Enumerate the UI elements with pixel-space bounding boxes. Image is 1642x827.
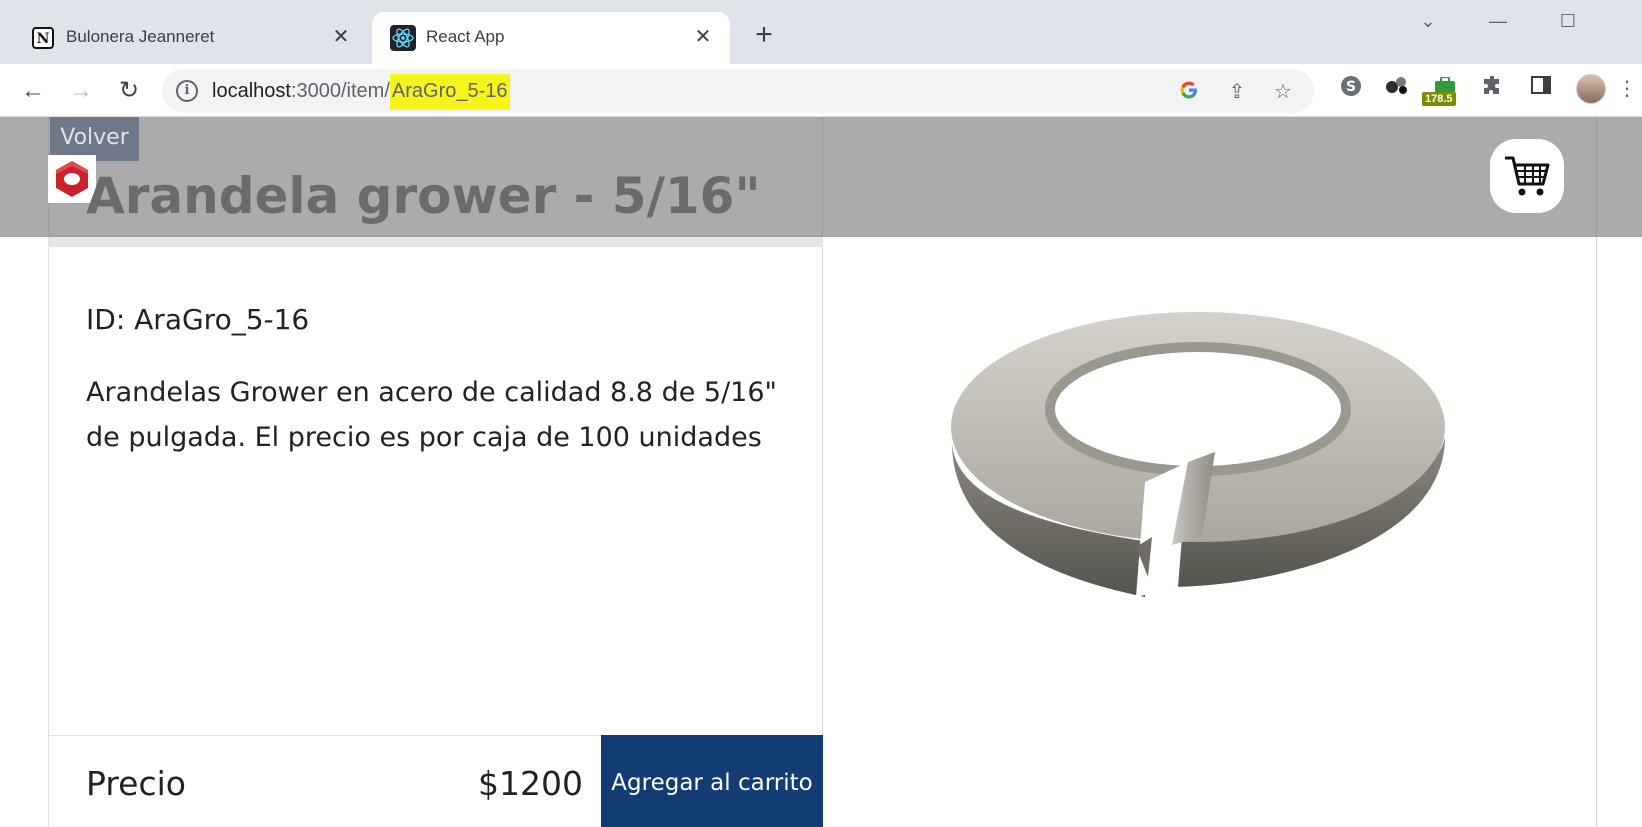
- bookmark-star-icon[interactable]: ☆: [1270, 79, 1296, 105]
- tab-bulonera[interactable]: N Bulonera Jeanneret ✕: [12, 12, 368, 64]
- close-tab-icon[interactable]: ✕: [328, 24, 354, 50]
- url-text: localhost:3000/item/AraGro_5-16: [212, 74, 510, 110]
- reload-icon[interactable]: ↻: [112, 74, 146, 108]
- share-icon[interactable]: ⇪: [1224, 79, 1250, 105]
- minimize-icon[interactable]: —: [1478, 8, 1518, 34]
- close-tab-icon[interactable]: ✕: [690, 24, 716, 50]
- tab-title: Bulonera Jeanneret: [66, 27, 215, 46]
- extensions-puzzle-icon[interactable]: [1478, 74, 1508, 104]
- card-footer: Precio $1200 Agregar al carrito: [48, 735, 823, 827]
- skype-icon[interactable]: S: [1336, 74, 1366, 104]
- react-icon: [390, 25, 416, 51]
- forward-arrow-icon[interactable]: →: [64, 74, 98, 108]
- spheres-extension-icon[interactable]: [1382, 74, 1412, 104]
- product-image: [940, 287, 1470, 607]
- product-id: ID: AraGro_5-16: [86, 303, 310, 336]
- tab-title: React App: [426, 27, 505, 46]
- extension-badge: 178.5: [1422, 92, 1456, 106]
- maximize-icon[interactable]: ☐: [1548, 8, 1588, 34]
- notion-icon: N: [30, 25, 56, 51]
- product-page: ID: AraGro_5-16 Arandelas Grower en acer…: [0, 117, 1642, 827]
- add-to-cart-button[interactable]: Agregar al carrito: [601, 735, 823, 827]
- url-highlight: AraGro_5-16: [389, 74, 510, 110]
- price-label: Precio: [86, 764, 186, 803]
- new-tab-icon[interactable]: +: [748, 20, 780, 52]
- product-description: Arandelas Grower en acero de calidad 8.8…: [86, 377, 777, 453]
- tab-strip: N Bulonera Jeanneret ✕ React App ✕ + ⌄ —…: [0, 0, 1642, 64]
- address-bar[interactable]: i localhost:3000/item/AraGro_5-16 ⇪ ☆: [162, 69, 1314, 113]
- side-panel-icon[interactable]: [1526, 74, 1556, 104]
- tab-search-icon[interactable]: ⌄: [1408, 8, 1448, 34]
- page-title: Arandela grower - 5/16": [86, 167, 761, 225]
- svg-text:N: N: [37, 31, 50, 47]
- shopping-cart-icon[interactable]: [1490, 139, 1564, 213]
- menu-kebab-icon[interactable]: ⋮: [1612, 74, 1642, 104]
- svg-text:S: S: [1346, 79, 1356, 95]
- price-value: $1200: [478, 764, 583, 803]
- site-info-icon[interactable]: i: [176, 80, 198, 102]
- tab-react-app[interactable]: React App ✕: [372, 12, 730, 64]
- back-arrow-icon[interactable]: ←: [16, 74, 50, 108]
- google-icon[interactable]: [1176, 79, 1202, 105]
- profile-avatar[interactable]: [1576, 74, 1606, 104]
